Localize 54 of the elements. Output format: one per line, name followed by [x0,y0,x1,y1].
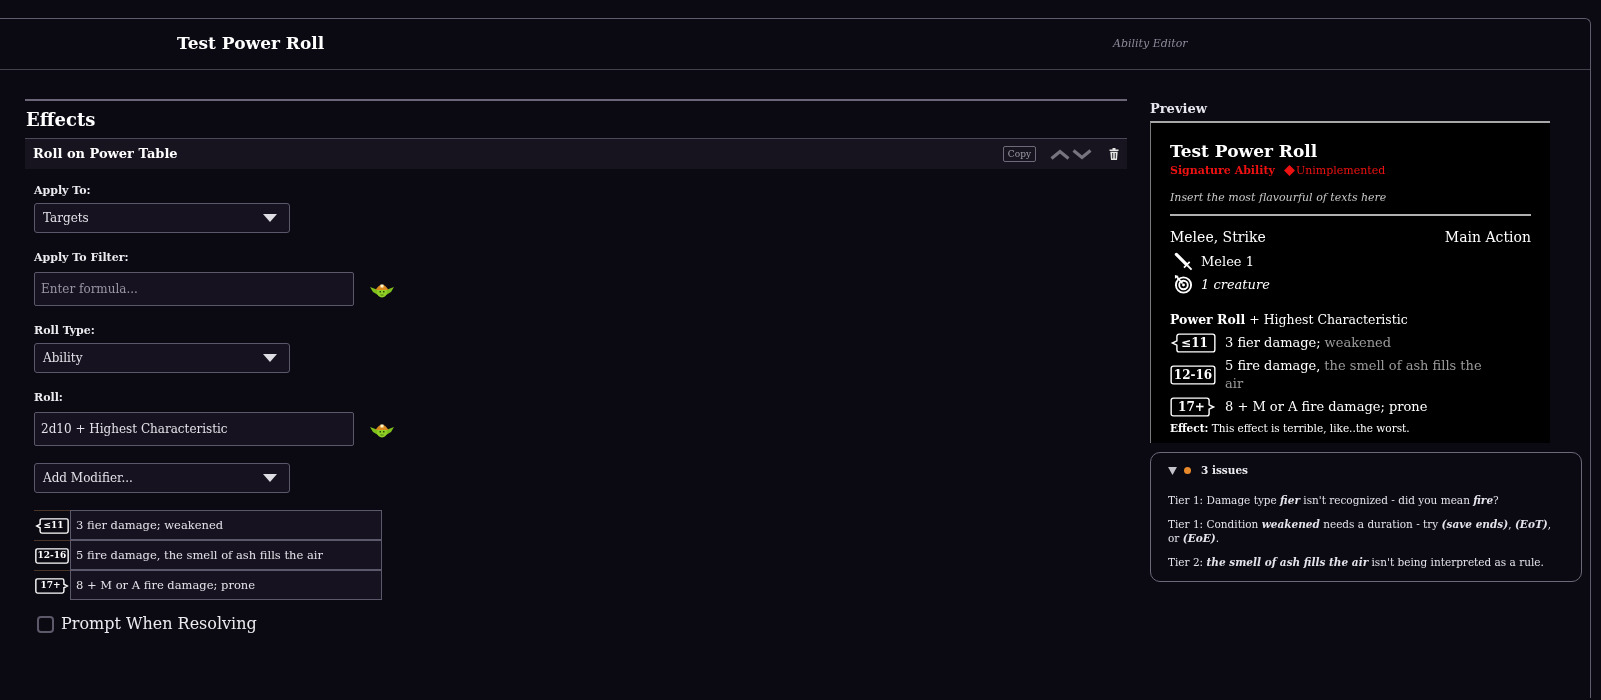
issue-text: Tier 2: the smell of ash fills the air isn't being interpreted as a rule. [1168,554,1545,569]
checkbox[interactable] [37,615,54,633]
power-roll-text: Power Roll + Highest Characteristic [1170,311,1409,328]
tier-effect-text: 3 fier damage; weakened [1225,334,1393,352]
dropdown[interactable]: Add Modifier... [34,463,290,493]
window-subtitle: Ability Editor [1113,35,1188,52]
target-text: 1 creature [1201,275,1270,294]
caret-icon [263,214,277,222]
formula-field[interactable]: Enter formula... [34,272,354,306]
tier-field[interactable]: 8 + M or A fire damage; prone [70,570,382,600]
tier-badge: ≤11 [1170,333,1216,353]
status-text: Unimplemented [1295,163,1386,178]
formula-field[interactable]: 2d10 + Highest Characteristic [34,412,354,446]
tier-badge: 12-16 [1170,365,1216,385]
status-dot-icon [1184,467,1191,475]
tier-badge: ≤11 [35,517,69,534]
issue-text: Tier 1: Damage type fier isn't recognized - did you mean fire? [1168,492,1500,507]
field-label: Roll Type: [34,323,96,339]
effect-text: Effect: This effect is terrible, like..the worst. [1170,421,1411,436]
copy-button[interactable]: Copy [1002,146,1036,162]
tier-effect-text: 8 + M or A fire damage; prone [1225,398,1429,416]
chevron-down-icon[interactable] [1072,148,1092,160]
distance-text: Melee 1 [1201,253,1254,271]
tier-badge: 17+ [1170,397,1216,417]
sword-icon [1174,252,1193,272]
flavour-text: Insert the most flavourful of texts here [1170,190,1388,205]
tier-badge: 12-16 [35,547,69,564]
field-label: Roll: [34,390,64,406]
section-heading: Preview [1150,100,1208,118]
tier-field[interactable]: 3 fier damage; weakened [70,510,382,540]
chevron-up-icon[interactable] [1050,148,1070,160]
ability-title: Test Power Roll [1170,140,1319,162]
effect-title: Roll on Power Table [33,145,179,164]
window-title: Test Power Roll [176,32,326,56]
caret-icon [263,474,277,482]
trash-icon[interactable] [1109,148,1119,160]
tier-effect-text: 5 fire damage, the smell of ash fills the air [1225,357,1483,393]
action-text: Main Action [1444,228,1531,246]
issue-text: Tier 1: Condition weakened needs a duration - try (save ends), (EoT), or (EoE). [1168,516,1552,545]
issues-summary[interactable]: 3 issues [1201,463,1248,479]
caret-icon [263,354,277,362]
ability-tag: Signature Ability [1170,163,1275,178]
target-icon [1174,274,1193,294]
keywords-text: Melee, Strike [1170,228,1266,246]
tier-field[interactable]: 5 fire damage, the smell of ash fills the air [70,540,382,570]
section-heading: Effects [25,108,97,132]
field-label: Apply To Filter: [34,250,130,266]
diamond-icon [1283,165,1295,176]
tier-badge: 17+ [35,577,69,594]
checkbox-label: Prompt When Resolving [61,613,257,635]
dropdown[interactable]: Targets [34,203,290,233]
disclosure-triangle-icon[interactable] [1168,466,1177,475]
dropdown[interactable]: Ability [34,343,290,373]
field-label: Apply To: [34,183,92,199]
